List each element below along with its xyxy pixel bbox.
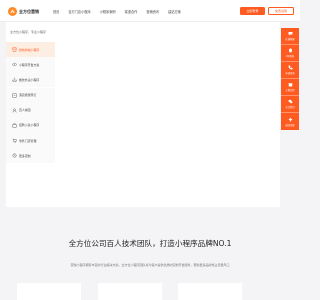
- nav-item-home[interactable]: 首页: [53, 9, 59, 14]
- chat-icon: [288, 32, 292, 36]
- sidebar-qq[interactable]: QQ咨询: [281, 45, 299, 62]
- food-icon: [12, 77, 17, 83]
- menu-item-recruit[interactable]: 招聘入驻小程序: [6, 117, 55, 133]
- floating-contact-toolbar: 在线客服 QQ咨询 电话咨询 立即试用 关注我们 返回顶部: [281, 28, 299, 130]
- sidebar-label: 立即试用: [285, 89, 295, 92]
- arrow-up-icon: [288, 117, 292, 121]
- top-navigation-bar: 全方位营销 首页 百万门店小程序 小程序案例 渠道合作 营销资讯 建站方案 立即…: [0, 0, 300, 22]
- menu-item-mall[interactable]: 微信商城小程序: [6, 42, 55, 57]
- menu-item-label: 酒店旅游预订: [19, 93, 37, 98]
- menu-item-label: 零售门店管理: [19, 138, 37, 143]
- sidebar-label: QQ咨询: [285, 55, 295, 58]
- hotel-icon: [12, 93, 17, 98]
- menu-item-food[interactable]: 餐饮外卖小程序: [6, 72, 55, 88]
- sidebar-label: 电话咨询: [285, 72, 295, 75]
- menu-item-more[interactable]: 更多定制: [6, 148, 55, 164]
- nav-item-partners[interactable]: 渠道合作: [125, 9, 138, 14]
- nav-item-solutions[interactable]: 建站方案: [168, 9, 181, 14]
- retail-icon: [12, 138, 17, 143]
- store-icon: [12, 47, 17, 52]
- menu-item-dev[interactable]: 小程序开发方案: [6, 57, 55, 73]
- sidebar-follow[interactable]: 关注我们: [281, 96, 299, 113]
- code-icon: [12, 62, 17, 67]
- more-icon: [12, 153, 17, 158]
- category-menu: 全方位小程序，专业小程序 微信商城小程序 小程序开发方案 餐饮外卖小程序 酒店旅…: [6, 22, 55, 207]
- sidebar-online-service[interactable]: 在线客服: [281, 28, 299, 45]
- recruit-icon: [12, 123, 17, 128]
- main-nav: 首页 百万门店小程序 小程序案例 渠道合作 营销资讯 建站方案: [53, 8, 190, 14]
- sidebar-trial[interactable]: 立即试用: [281, 79, 299, 96]
- menu-item-group[interactable]: 百人拼团: [6, 102, 55, 118]
- brand-name: 全方位营销: [19, 8, 39, 14]
- menu-item-label: 小程序开发方案: [19, 62, 40, 67]
- sidebar-phone[interactable]: 电话咨询: [281, 62, 299, 79]
- nav-item-stores[interactable]: 百万门店小程序: [68, 9, 90, 14]
- feature-card: [98, 283, 162, 300]
- menu-item-hotel[interactable]: 酒店旅游预订: [6, 87, 55, 103]
- menu-item-label: 百人拼团: [19, 108, 31, 113]
- nav-item-news[interactable]: 营销资讯: [146, 9, 159, 14]
- qq-icon: [288, 48, 292, 53]
- menu-header: 全方位小程序，专业小程序: [10, 30, 47, 34]
- gift-icon: [288, 83, 292, 87]
- hero-banner: [55, 22, 280, 207]
- feature-card: [178, 283, 242, 300]
- sidebar-label: 在线客服: [285, 38, 295, 41]
- sidebar-label: 关注我们: [285, 106, 295, 109]
- nav-item-cases[interactable]: 小程序案例: [100, 9, 116, 14]
- login-button[interactable]: 立即登录: [240, 7, 265, 15]
- section-description: 营微小程序拥有丰富的行业解决方案，全方位小程序团队将为客户提供优质的定制开发服务…: [70, 263, 230, 267]
- sidebar-label: 返回顶部: [285, 123, 295, 127]
- menu-item-label: 更多定制: [19, 153, 31, 158]
- feature-card: [17, 283, 81, 300]
- menu-item-label: 招聘入驻小程序: [19, 123, 40, 128]
- free-trial-button[interactable]: 免费试用: [268, 7, 294, 15]
- wechat-icon: [288, 99, 292, 104]
- brand[interactable]: 全方位营销: [8, 6, 39, 17]
- section-headline: 全方位公司百人技术团队，打造小程序品牌NO.1: [68, 239, 232, 248]
- group-icon: [12, 108, 17, 113]
- brand-logo-icon: [8, 7, 17, 16]
- phone-icon: [288, 65, 292, 70]
- menu-item-retail[interactable]: 零售门店管理: [6, 133, 55, 149]
- menu-item-label: 餐饮外卖小程序: [19, 77, 40, 82]
- menu-item-label: 微信商城小程序: [19, 47, 40, 52]
- sidebar-back-to-top[interactable]: 返回顶部: [281, 113, 299, 130]
